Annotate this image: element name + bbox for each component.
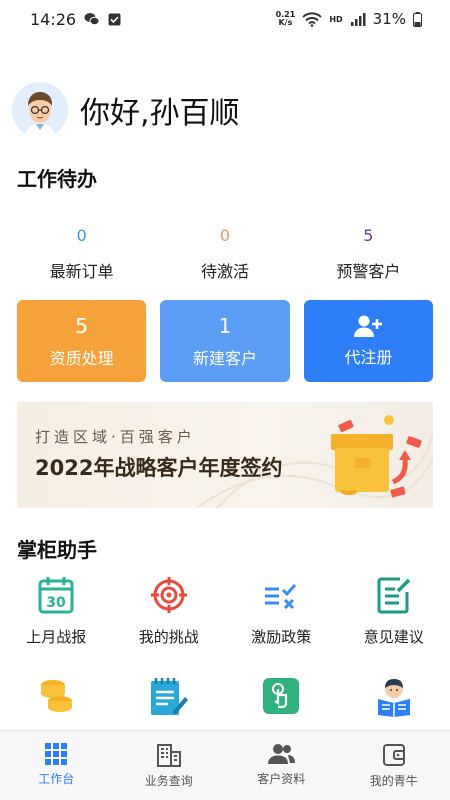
todo-label: 最新订单 <box>49 262 114 281</box>
action-cards: 5 资质处理 1 新建客户 代注册 <box>17 300 433 382</box>
todo-item-warning-customers[interactable]: 5 预警客户 <box>297 226 440 282</box>
helper-section-title: 掌柜助手 <box>17 538 97 562</box>
qualification-card[interactable]: 5 资质处理 <box>17 300 147 382</box>
tool-my-challenge[interactable]: 我的挑战 <box>113 576 226 647</box>
calendar-icon: 30 <box>38 577 74 614</box>
helper-tools-row-2 <box>0 677 450 717</box>
todo-item-latest-orders[interactable]: 0 最新订单 <box>10 226 153 282</box>
todo-count: 5 <box>363 226 374 245</box>
register-card[interactable]: 代注册 <box>303 300 433 382</box>
tool-label: 激励政策 <box>251 628 312 646</box>
coins-icon <box>41 680 73 712</box>
card-label: 代注册 <box>344 348 393 367</box>
wechat-icon <box>84 13 100 26</box>
card-count: 5 <box>75 314 89 338</box>
tool-label: 我的挑战 <box>138 628 199 646</box>
wifi-icon <box>302 11 323 27</box>
todo-count: 0 <box>219 226 231 245</box>
reader-icon <box>377 679 410 717</box>
tab-my-qingniu[interactable]: 我的青牛 <box>338 731 450 800</box>
wallet-icon <box>382 744 405 766</box>
todo-count: 0 <box>76 226 87 245</box>
status-bar: 14:26 0.21 K/s HD 31% <box>0 0 450 38</box>
promo-banner[interactable]: 打造区域·百强客户 2022年战略客户年度签约 <box>17 402 433 508</box>
tab-label: 客户资料 <box>257 772 306 786</box>
todo-section-title: 工作待办 <box>17 167 97 191</box>
tool-label: 上月战报 <box>26 628 87 646</box>
tab-label: 工作台 <box>38 772 75 786</box>
todo-item-pending-activation[interactable]: 0 待激活 <box>153 226 296 282</box>
card-count: 1 <box>218 314 232 338</box>
touch-icon <box>263 678 300 714</box>
grid-icon <box>45 743 68 765</box>
tool-row2-item[interactable] <box>0 677 113 717</box>
status-time: 14:26 <box>30 9 77 29</box>
tab-customer-data[interactable]: 客户资料 <box>225 731 338 800</box>
battery-percent: 31% <box>372 10 406 28</box>
todo-label: 待激活 <box>200 262 249 281</box>
bottom-tab-bar: 工作台 业务查询 客户资料 我的青牛 <box>0 730 450 800</box>
users-icon <box>268 744 296 764</box>
banner-title: 2022年战略客户年度签约 <box>35 456 283 480</box>
banner-subtitle: 打造区域·百强客户 <box>35 428 196 446</box>
greeting-text: 你好,孙百顺 <box>80 96 240 131</box>
tool-row2-item[interactable] <box>338 677 450 717</box>
tab-label: 业务查询 <box>144 774 193 788</box>
building-icon <box>156 744 181 767</box>
battery-icon <box>413 11 422 27</box>
tab-label: 我的青牛 <box>369 774 418 788</box>
avatar[interactable] <box>12 82 68 138</box>
tool-row2-item[interactable] <box>225 677 338 717</box>
add-user-icon <box>354 315 383 337</box>
todo-stats: 0 最新订单 0 待激活 5 预警客户 <box>10 226 440 282</box>
tool-row2-item[interactable] <box>113 677 226 717</box>
tool-incentive-policy[interactable]: 激励政策 <box>225 576 338 647</box>
card-label: 资质处理 <box>49 349 114 368</box>
tab-workbench[interactable]: 工作台 <box>0 731 113 800</box>
hd-badge: HD <box>329 14 343 24</box>
checkbox-notification-icon <box>108 13 121 25</box>
svg-text:30: 30 <box>47 595 67 611</box>
todo-label: 预警客户 <box>336 262 401 281</box>
target-icon <box>150 577 187 613</box>
helper-tools-row: 30 上月战报 我的挑战 激励政策 意见建议 <box>0 576 450 647</box>
tab-business-query[interactable]: 业务查询 <box>113 731 226 800</box>
lucky-box-icon <box>331 415 422 498</box>
tool-feedback[interactable]: 意见建议 <box>338 576 450 647</box>
policy-list-icon <box>265 584 297 610</box>
card-label: 新建客户 <box>192 349 257 368</box>
tool-monthly-report[interactable]: 30 上月战报 <box>0 576 113 647</box>
network-speed: 0.21 K/s <box>275 10 296 27</box>
signal-icon <box>350 13 366 26</box>
new-customer-card[interactable]: 1 新建客户 <box>160 300 290 382</box>
greeting-header: 你好,孙百顺 <box>12 82 240 138</box>
tool-label: 意见建议 <box>363 628 424 646</box>
notepad-icon <box>150 678 188 715</box>
feedback-edit-icon <box>377 577 410 614</box>
